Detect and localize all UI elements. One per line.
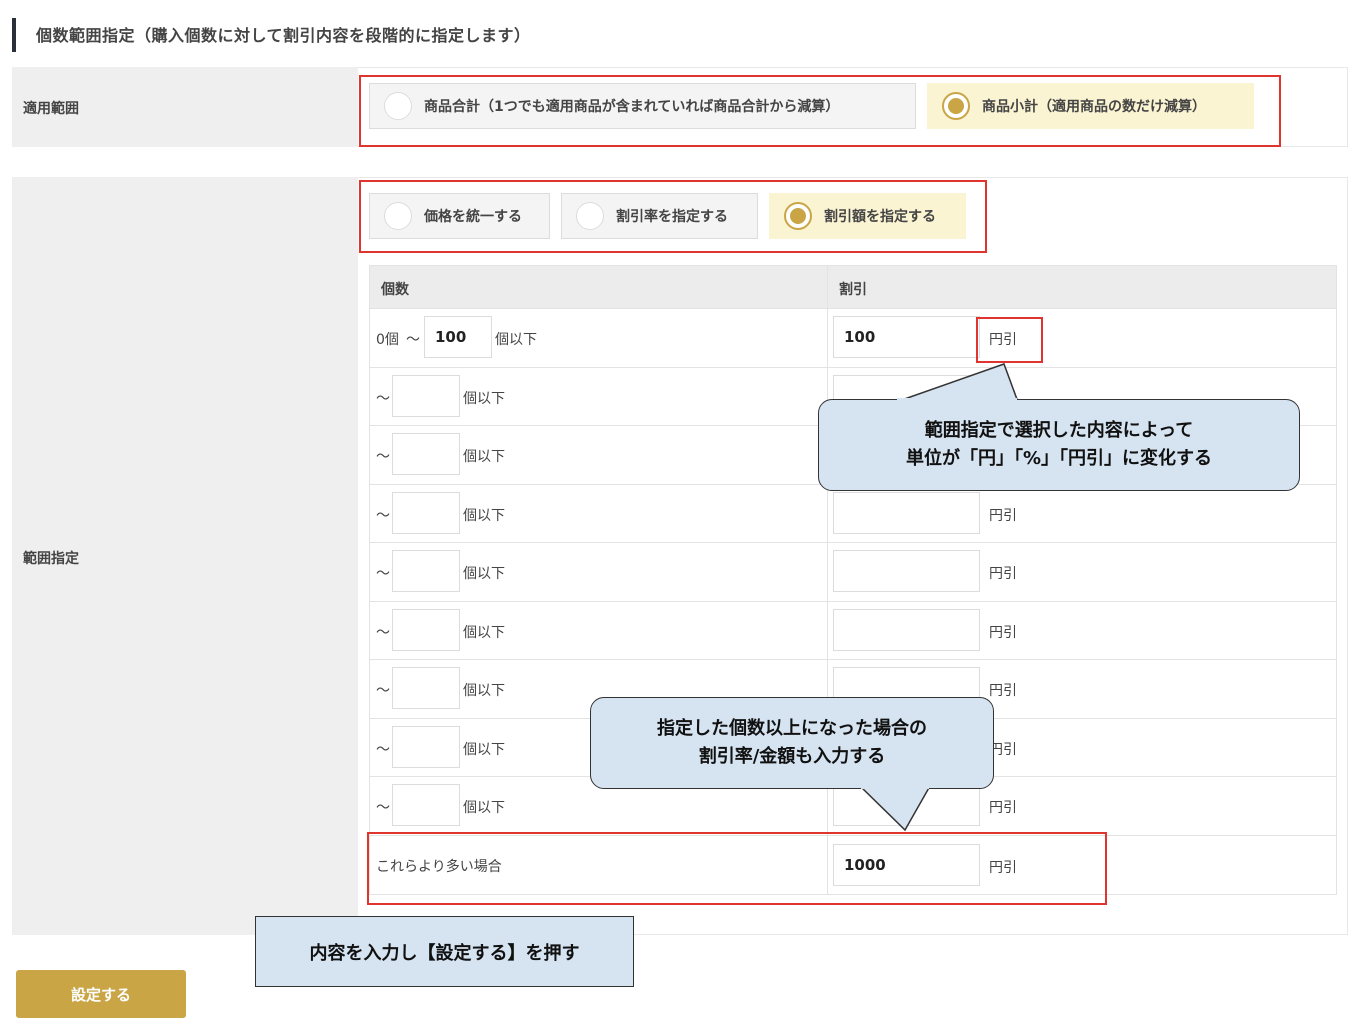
count-suffix: 個以下 — [463, 683, 505, 699]
callout-last-note: 指定した個数以上になった場合の 割引率/金額も入力する — [590, 697, 994, 789]
callout-unit-line-2: 単位が「円」「%」「円引」に変化する — [905, 448, 1213, 469]
row-tilde: 〜 — [376, 683, 390, 699]
first-row-start: 0個 — [376, 332, 399, 348]
row-divider — [370, 542, 1336, 543]
count-max-input-4[interactable] — [392, 492, 460, 534]
count-suffix: 個以下 — [463, 449, 505, 465]
unit-label: 円引 — [989, 683, 1017, 699]
count-max-input-1[interactable]: 100 — [424, 316, 492, 358]
count-max-input-9[interactable] — [392, 784, 460, 826]
count-max-input-7[interactable] — [392, 667, 460, 709]
count-suffix: 個以下 — [463, 742, 505, 758]
row-tilde: 〜 — [376, 391, 390, 407]
count-suffix: 個以下 — [463, 391, 505, 407]
row-divider — [370, 601, 1336, 602]
count-suffix: 個以下 — [463, 566, 505, 582]
range-label: 範囲指定 — [23, 551, 79, 567]
submit-note: 内容を入力し【設定する】を押す — [255, 916, 634, 987]
unit-label: 円引 — [989, 800, 1017, 816]
callout-unit-note: 範囲指定で選択した内容によって 単位が「円」「%」「円引」に変化する — [818, 399, 1300, 491]
row-tilde: 〜 — [376, 566, 390, 582]
type-highlight-box — [359, 180, 987, 253]
row-divider — [370, 367, 1336, 368]
row-divider — [370, 659, 1336, 660]
discount-input-9[interactable] — [833, 784, 980, 826]
scope-label: 適用範囲 — [23, 101, 79, 117]
unit-highlight-box — [976, 317, 1043, 363]
callout-unit-line-1: 範囲指定で選択した内容によって — [924, 420, 1194, 441]
row-tilde: 〜 — [376, 625, 390, 641]
unit-label: 円引 — [989, 508, 1017, 524]
submit-button[interactable]: 設定する — [16, 970, 186, 1018]
count-max-input-8[interactable] — [392, 726, 460, 768]
header-count: 個数 — [381, 282, 409, 298]
discount-input-4[interactable] — [833, 492, 980, 534]
scope-highlight-box — [359, 75, 1281, 147]
row-tilde: 〜 — [376, 800, 390, 816]
section-title-bar — [12, 18, 16, 52]
count-max-input-5[interactable] — [392, 550, 460, 592]
callout-last-line-1: 指定した個数以上になった場合の — [657, 718, 927, 739]
count-suffix: 個以下 — [463, 800, 505, 816]
row-divider — [370, 308, 1336, 309]
first-row-tilde: 〜 — [406, 332, 420, 348]
discount-input-1[interactable]: 100 — [833, 316, 980, 358]
last-row-highlight-box — [367, 832, 1107, 905]
count-max-input-6[interactable] — [392, 609, 460, 651]
unit-label: 円引 — [989, 566, 1017, 582]
callout-last-line-2: 割引率/金額も入力する — [698, 746, 886, 767]
row-tilde: 〜 — [376, 508, 390, 524]
row-tilde: 〜 — [376, 449, 390, 465]
discount-input-6[interactable] — [833, 609, 980, 651]
count-suffix: 個以下 — [463, 508, 505, 524]
count-max-input-3[interactable] — [392, 433, 460, 475]
header-discount: 割引 — [839, 282, 867, 298]
column-divider — [827, 266, 828, 894]
section-title: 個数範囲指定（購入個数に対して割引内容を段階的に指定します） — [36, 26, 531, 45]
count-suffix: 個以下 — [495, 332, 537, 348]
discount-input-5[interactable] — [833, 550, 980, 592]
count-max-input-2[interactable] — [392, 375, 460, 417]
unit-label: 円引 — [989, 625, 1017, 641]
row-tilde: 〜 — [376, 742, 390, 758]
count-suffix: 個以下 — [463, 625, 505, 641]
